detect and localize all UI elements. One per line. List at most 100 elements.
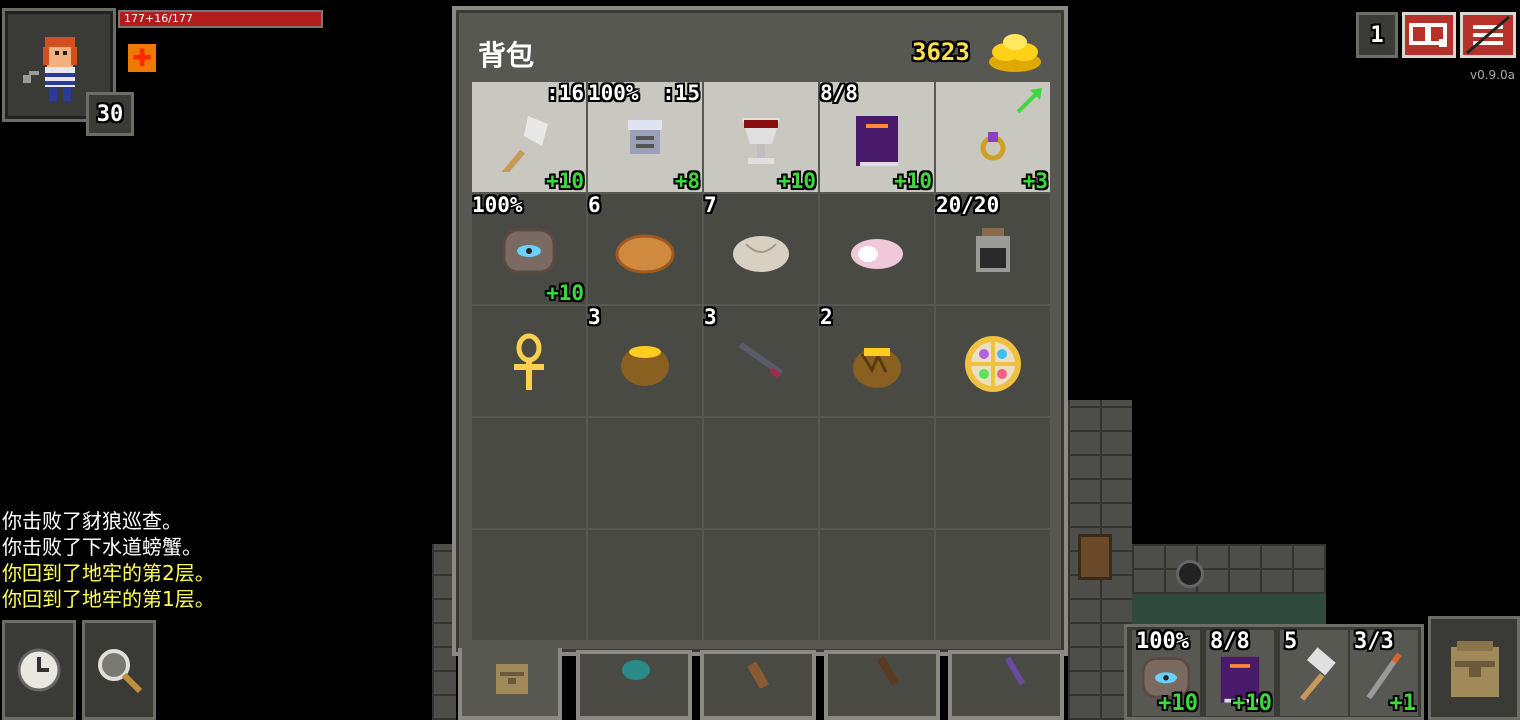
inventory-slot[interactable] [704,530,818,640]
inventory-slot[interactable]: +3 [936,82,1050,192]
inventory-slot[interactable]: 20/20 [936,194,1050,304]
tab-potion-bandolier[interactable] [948,650,1064,720]
tab-seed-pouch[interactable] [576,650,692,720]
inventory-slot[interactable] [588,418,702,528]
quickslot[interactable]: 3/3 +1 [1350,630,1418,716]
log-line: 你击败了下水道螃蟹。 [2,535,202,559]
gold-pile-icon [986,28,1044,74]
inventory-slot[interactable] [472,306,586,416]
depth-indicator[interactable]: 1 [1356,12,1398,58]
inventory-title: 背包 [478,39,535,72]
upgrade-level: +10 [546,169,584,193]
item-durability: :16 [546,81,584,105]
honey-pot-icon [610,326,680,396]
quickslot[interactable]: 5 [1280,630,1348,716]
backpack-tab-icon [496,664,528,694]
inventory-slot[interactable] [704,418,818,528]
gold-amount: 3623 [912,38,970,66]
item-quantity: 8/8 [820,81,858,105]
dungeon-floor [1132,594,1326,624]
item-quantity: 3/3 [1354,629,1394,654]
game-log: 你击败了豺狼巡查。 你击败了下水道螃蟹。 你回到了地牢的第2层。 你回到了地牢的第1层… [2,508,215,612]
search-button[interactable] [82,620,156,720]
upgrade-level: +10 [778,169,816,193]
item-quantity: 2 [820,305,833,329]
dungeon-door [1078,534,1112,580]
log-line: 你回到了地牢的第1层。 [2,587,215,611]
scroll-holder-tab-icon [747,661,769,688]
journal-icon [1409,23,1447,47]
inventory-slot[interactable]: 3 [588,306,702,416]
inventory-slot[interactable]: 100% +10 [472,194,586,304]
menu-icon [1466,15,1510,55]
dumpling-icon [726,214,796,284]
ankh-icon [494,326,564,396]
log-line: 你击败了豺狼巡查。 [2,509,182,533]
tab-scroll-holder[interactable] [700,650,816,720]
menu-button[interactable] [1460,12,1516,58]
log-line: 你回到了地牢的第2层。 [2,561,215,585]
inventory-slot[interactable] [936,530,1050,640]
item-quantity: 3 [704,305,717,329]
item-quantity: 8/8 [1210,629,1250,654]
healing-buff-icon[interactable]: ✚ [128,44,156,72]
inventory-slot[interactable]: 6 [588,194,702,304]
quickslot[interactable]: 100% +10 [1132,630,1200,716]
inventory-slot[interactable] [472,418,586,528]
inventory-slot[interactable]: 2 [820,306,934,416]
inventory-slot[interactable]: 100% :15 +8 [588,82,702,192]
dew-vial-icon [958,214,1028,284]
inventory-slot[interactable]: 3 [704,306,818,416]
wand-holster-tab-icon [877,656,899,686]
item-quantity: 6 [588,193,601,217]
version-label: v0.9.0a [1470,68,1515,82]
inventory-slot[interactable] [472,530,586,640]
inventory-slot[interactable]: :16 +10 [472,82,586,192]
plate-armor-icon [610,102,680,172]
item-durability: :15 [662,81,700,105]
item-quantity: 3 [588,305,601,329]
inventory-slot[interactable] [820,194,934,304]
amulet-icon [958,326,1028,396]
seed-pouch-tab-icon [622,660,650,680]
inventory-slot[interactable] [588,530,702,640]
item-quantity: 100% [588,81,639,105]
upgrade-level: +10 [1158,691,1198,716]
journal-button[interactable] [1402,12,1456,58]
upgrade-level: +10 [1232,691,1272,716]
inventory-slot[interactable]: +10 [704,82,818,192]
wait-button[interactable] [2,620,76,720]
tab-backpack[interactable] [458,648,562,720]
upgrade-level: +10 [894,169,932,193]
dart-icon [726,326,796,396]
tab-wand-holster[interactable] [824,650,940,720]
item-quantity: 100% [1136,629,1189,654]
pasty-icon [610,214,680,284]
item-quantity: 100% [472,193,523,217]
inventory-slot[interactable] [820,418,934,528]
backpack-button[interactable] [1428,616,1520,720]
upgrade-level: +10 [546,281,584,305]
potion-bandolier-tab-icon [1004,656,1026,686]
item-quantity: 7 [704,193,717,217]
inventory-slot[interactable]: 8/8 +10 [820,82,934,192]
dungeon-wall [1132,544,1326,594]
inventory-slot[interactable] [820,530,934,640]
upgrade-level: +3 [1022,169,1048,193]
spellbook-icon [842,102,912,172]
sewer-grate [1176,560,1204,588]
mystery-meat-icon [842,214,912,284]
honey-pot-broken-icon [842,326,912,396]
stone-armband-icon [494,214,564,284]
upgrade-arrow-icon [1016,86,1044,118]
hp-text: 177+16/177 [124,12,193,25]
magnifier-icon [98,649,143,694]
hero-level: 30 [86,92,134,136]
inventory-slot[interactable] [936,418,1050,528]
chalice-artifact-icon [726,102,796,172]
inventory-slot[interactable] [936,306,1050,416]
upgrade-level: +8 [674,169,700,193]
upgrade-level: +1 [1389,691,1417,716]
inventory-slot[interactable]: 7 [704,194,818,304]
quickslot[interactable]: 8/8 +10 [1206,630,1274,716]
